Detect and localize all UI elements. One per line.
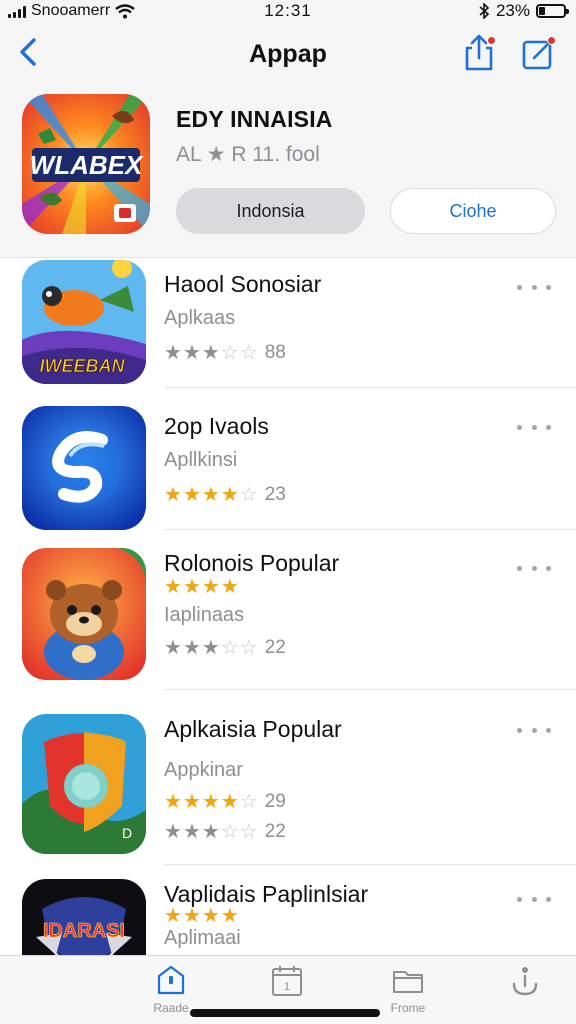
featured-app-title: EDY INNAISIA	[176, 106, 333, 132]
star-icon: ★	[201, 637, 220, 659]
star-icon: ★	[220, 791, 239, 813]
app-category: Apllkinsi	[164, 449, 238, 471]
more-icon	[512, 967, 538, 996]
star-icon: ★	[220, 576, 239, 598]
star-icon: ☆	[239, 637, 258, 659]
star-icon: ★	[164, 576, 182, 598]
app-name: 2op Ivaols	[164, 413, 269, 439]
star-icon: ★	[164, 637, 182, 659]
star-icon: ★	[182, 791, 201, 813]
star-icon: ★	[182, 905, 201, 927]
battery-percent: 23%	[495, 1, 530, 20]
featured-app-icon[interactable]: WLABEX	[22, 94, 150, 234]
star-icon: ★	[220, 484, 239, 506]
more-options-button[interactable]	[514, 887, 554, 911]
star-icon: ★	[182, 637, 201, 659]
folder-icon	[393, 971, 423, 993]
rating-row: ★ ★ ★ ★	[164, 576, 239, 598]
star-icon: ★	[201, 821, 220, 843]
list-item-app-2[interactable]: 2op Ivaols Apllkinsi ★ ★ ★ ★ ☆ 23	[0, 388, 576, 530]
star-icon: ★	[182, 821, 201, 843]
star-icon: ★	[164, 484, 182, 506]
star-icon: ☆	[239, 791, 258, 813]
star-icon: ☆	[239, 342, 258, 364]
rating-count: 88	[264, 342, 286, 363]
chevron-left-icon	[20, 38, 36, 66]
star-icon: ★	[201, 342, 220, 364]
app-name: Vaplidais Paplinlsiar	[164, 881, 369, 907]
featured-icon-text: WLABEX	[30, 150, 144, 180]
app-category: Iaplinaas	[164, 604, 245, 626]
list-item-app-5[interactable]: IDARASI Vaplidais Paplinlsiar ★ ★ ★ ★ Aplim…	[0, 865, 576, 955]
rating-count: 22	[264, 821, 286, 842]
star-icon: ☆	[239, 821, 258, 843]
more-options-button[interactable]	[514, 718, 554, 742]
list-item-app-1[interactable]: IWEEBAN Haool Sonosiar Aplkaas ★ ★ ★ ☆ ☆ 88	[0, 258, 576, 388]
svg-text:D: D	[122, 825, 132, 841]
rating-row: ★ ★ ★ ☆ ☆ 22	[164, 821, 286, 843]
app-icon-1-text: IWEEBAN	[40, 356, 126, 376]
battery-icon	[536, 4, 569, 18]
home-icon	[157, 965, 185, 995]
star-icon: ☆	[239, 484, 258, 506]
more-options-button[interactable]	[514, 556, 554, 580]
list-item-app-4[interactable]: D Aplkaisia Popular Appkinar ★ ★ ★ ★ ☆ 29 ★ ★ ★…	[0, 690, 576, 865]
star-icon: ★	[201, 484, 220, 506]
region-button[interactable]: Indonsia	[176, 188, 365, 234]
rating-row: ★ ★ ★ ☆ ☆ 88	[164, 342, 286, 364]
choose-button[interactable]: Ciohe	[390, 188, 556, 234]
star-icon: ★	[201, 905, 220, 927]
featured-app-subtitle: AL ★ R 11. fool	[176, 143, 320, 166]
rating-row: ★ ★ ★ ☆ ☆ 22	[164, 637, 286, 659]
star-icon: ★	[201, 576, 220, 598]
compose-button[interactable]	[520, 32, 558, 72]
app-name: Haool Sonosiar	[164, 271, 322, 297]
star-icon: ★	[164, 342, 182, 364]
star-icon: ☆	[220, 821, 239, 843]
app-icon-5: IDARASI	[22, 879, 146, 955]
rating-row: ★ ★ ★ ★ ☆ 29	[164, 791, 286, 813]
star-icon: ☆	[220, 342, 239, 364]
app-icon-2	[22, 406, 146, 530]
star-icon: ★	[182, 484, 201, 506]
rating-count: 23	[264, 484, 286, 505]
app-category: Aplkaas	[164, 307, 236, 329]
home-indicator	[190, 1009, 380, 1017]
more-options-button[interactable]	[514, 415, 554, 439]
back-button[interactable]	[14, 34, 44, 70]
star-icon: ★	[164, 905, 182, 927]
app-name: Rolonois Popular	[164, 550, 340, 576]
tab-more[interactable]	[480, 956, 570, 1024]
star-icon: ★	[164, 791, 182, 813]
app-icon-1: IWEEBAN	[22, 260, 146, 384]
app-category: Aplimaai	[164, 927, 241, 949]
tab-bar: Raade 1 Frome	[0, 955, 576, 1024]
star-icon: ★	[182, 342, 201, 364]
app-category: Appkinar	[164, 759, 243, 781]
app-icon-4: D	[22, 714, 146, 854]
app-name: Aplkaisia Popular	[164, 716, 342, 742]
star-icon: ★	[220, 905, 239, 927]
rating-row: ★ ★ ★ ★ ☆ 23	[164, 484, 286, 506]
star-icon: ★	[182, 576, 201, 598]
status-bar: Snooamerr 12:31 23%	[0, 0, 576, 22]
app-icon-3	[22, 548, 146, 680]
star-icon: ★	[164, 821, 182, 843]
star-icon: ☆	[220, 637, 239, 659]
rating-row: ★ ★ ★ ★	[164, 905, 239, 927]
rating-count: 29	[264, 791, 286, 812]
more-options-button[interactable]	[514, 275, 554, 299]
notification-badge	[547, 36, 556, 45]
header: Appap WLABEX EDY INNAISIA AL ★ R 11. foo…	[0, 22, 576, 258]
calendar-icon: 1	[272, 966, 302, 996]
list-item-app-3[interactable]: Rolonois Popular ★ ★ ★ ★ Iaplinaas ★ ★ ★ ☆ ☆ 22	[0, 530, 576, 690]
notification-badge	[487, 36, 496, 45]
svg-text:1: 1	[284, 981, 290, 993]
share-button[interactable]	[460, 32, 498, 72]
bluetooth-icon	[479, 3, 490, 19]
star-icon: ★	[201, 791, 220, 813]
status-right: 23%	[478, 0, 569, 22]
rating-count: 22	[264, 637, 286, 658]
app-icon-5-text: IDARASI	[43, 920, 125, 942]
